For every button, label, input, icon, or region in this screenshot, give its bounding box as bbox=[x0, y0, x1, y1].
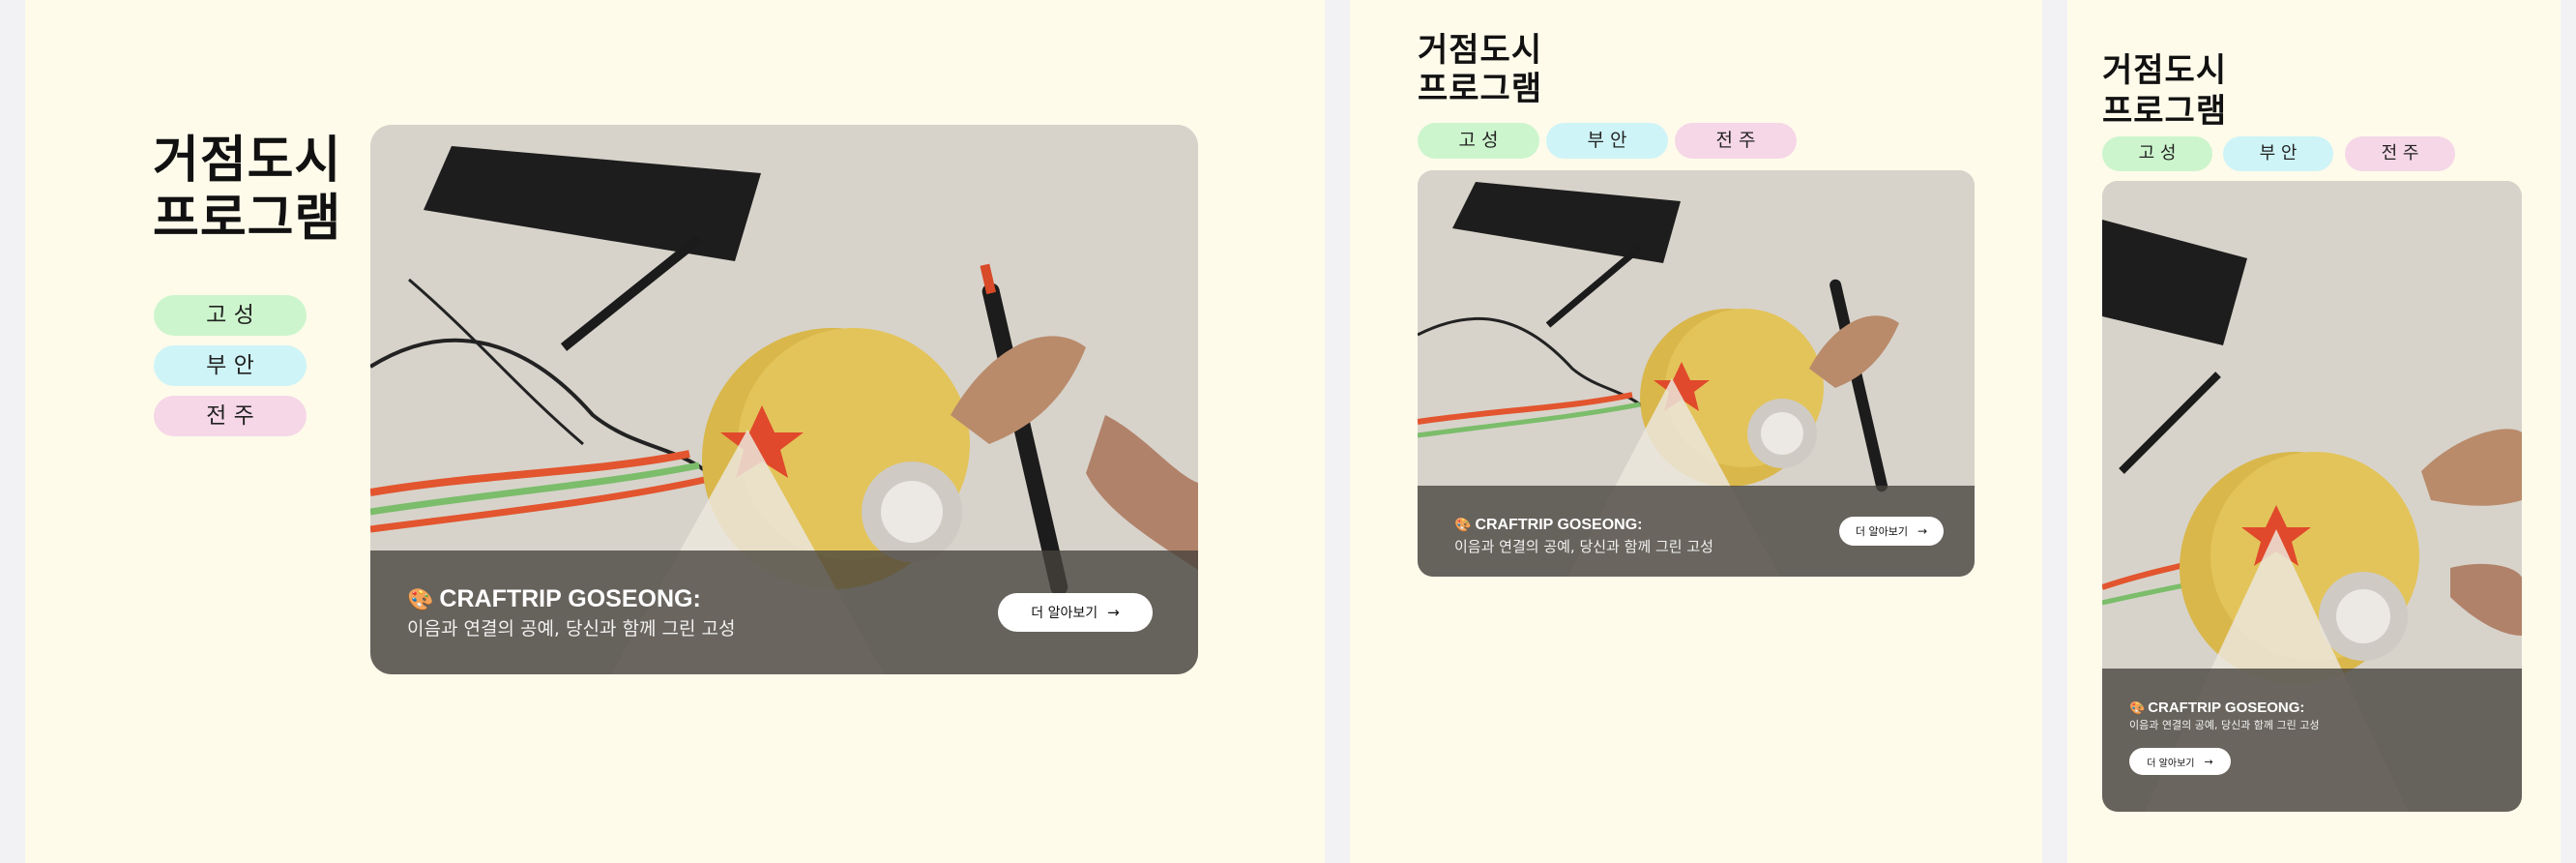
learn-more-label: 더 알아보기 bbox=[1031, 606, 1098, 621]
card-caption: 🎨 CRAFTRIP GOSEONG: 이음과 연결의 공예, 당신과 함께 그린… bbox=[2102, 669, 2522, 812]
card-subtitle: 이음과 연결의 공예, 당신과 함께 그린 고성 bbox=[2129, 719, 2320, 731]
page-title: 거점도시 프로그램 bbox=[1418, 31, 1542, 108]
title-line-1: 거점도시 bbox=[2102, 51, 2228, 90]
card-title: 🎨 CRAFTRIP GOSEONG: bbox=[407, 585, 701, 612]
learn-more-button[interactable]: 더 알아보기 → bbox=[1839, 517, 1944, 546]
card-title: 🎨 CRAFTRIP GOSEONG: bbox=[1454, 517, 1643, 533]
learn-more-label: 더 알아보기 bbox=[2147, 758, 2195, 769]
title-line-2: 프로그램 bbox=[153, 190, 342, 248]
arrow-right-icon: → bbox=[1917, 524, 1928, 538]
title-line-1: 거점도시 bbox=[1418, 31, 1543, 70]
mobile-layout: 거점도시 프로그램 고 성 부 안 전 주 🎨 CRAFTRIP GOSEONG:… bbox=[2067, 0, 2561, 863]
card-caption: 🎨 CRAFTRIP GOSEONG: 이음과 연결의 공예, 당신과 함께 그린… bbox=[370, 551, 1198, 674]
title-line-2: 프로그램 bbox=[2102, 92, 2228, 131]
arrow-right-icon: → bbox=[2204, 755, 2213, 768]
card-caption: 🎨 CRAFTRIP GOSEONG: 이음과 연결의 공예, 당신과 함께 그린… bbox=[1418, 486, 1975, 577]
palette-icon: 🎨 bbox=[2129, 700, 2146, 715]
program-card[interactable]: 🎨 CRAFTRIP GOSEONG: 이음과 연결의 공예, 당신과 함께 그린… bbox=[370, 125, 1198, 674]
tag-goseong[interactable]: 고 성 bbox=[2102, 136, 2212, 171]
learn-more-label: 더 알아보기 bbox=[1855, 525, 1909, 538]
tag-goseong[interactable]: 고 성 bbox=[1418, 123, 1539, 159]
tag-goseong[interactable]: 고 성 bbox=[154, 295, 307, 336]
program-card[interactable]: 🎨 CRAFTRIP GOSEONG: 이음과 연결의 공예, 당신과 함께 그린… bbox=[1418, 170, 1975, 577]
tag-buan[interactable]: 부 안 bbox=[154, 345, 307, 386]
tablet-layout: 거점도시 프로그램 고 성 부 안 전 주 🎨 CRAFTRIP GOSEONG: bbox=[1350, 0, 2042, 863]
palette-icon: 🎨 bbox=[1454, 517, 1472, 532]
tag-buan[interactable]: 부 안 bbox=[1546, 123, 1668, 159]
card-title: 🎨 CRAFTRIP GOSEONG: bbox=[2129, 699, 2305, 716]
card-subtitle: 이음과 연결의 공예, 당신과 함께 그린 고성 bbox=[407, 618, 736, 640]
tag-jeonju[interactable]: 전 주 bbox=[1675, 123, 1797, 159]
tag-jeonju[interactable]: 전 주 bbox=[2345, 136, 2455, 171]
learn-more-button[interactable]: 더 알아보기 → bbox=[998, 593, 1153, 632]
page-title: 거점도시 프로그램 bbox=[2102, 50, 2227, 132]
arrow-right-icon: → bbox=[1107, 604, 1120, 621]
page-title: 거점도시 프로그램 bbox=[153, 132, 341, 248]
program-card[interactable]: 🎨 CRAFTRIP GOSEONG: 이음과 연결의 공예, 당신과 함께 그린… bbox=[2102, 181, 2522, 812]
learn-more-button[interactable]: 더 알아보기 → bbox=[2129, 748, 2231, 775]
title-line-2: 프로그램 bbox=[1418, 70, 1543, 108]
title-line-1: 거점도시 bbox=[153, 132, 342, 190]
palette-icon: 🎨 bbox=[407, 587, 434, 611]
desktop-layout: 거점도시 프로그램 고 성 부 안 전 주 🎨 CRAFTRIP GOSEONG… bbox=[25, 0, 1325, 863]
card-subtitle: 이음과 연결의 공예, 당신과 함께 그린 고성 bbox=[1454, 538, 1713, 555]
tag-jeonju[interactable]: 전 주 bbox=[154, 396, 307, 436]
tag-buan[interactable]: 부 안 bbox=[2223, 136, 2333, 171]
